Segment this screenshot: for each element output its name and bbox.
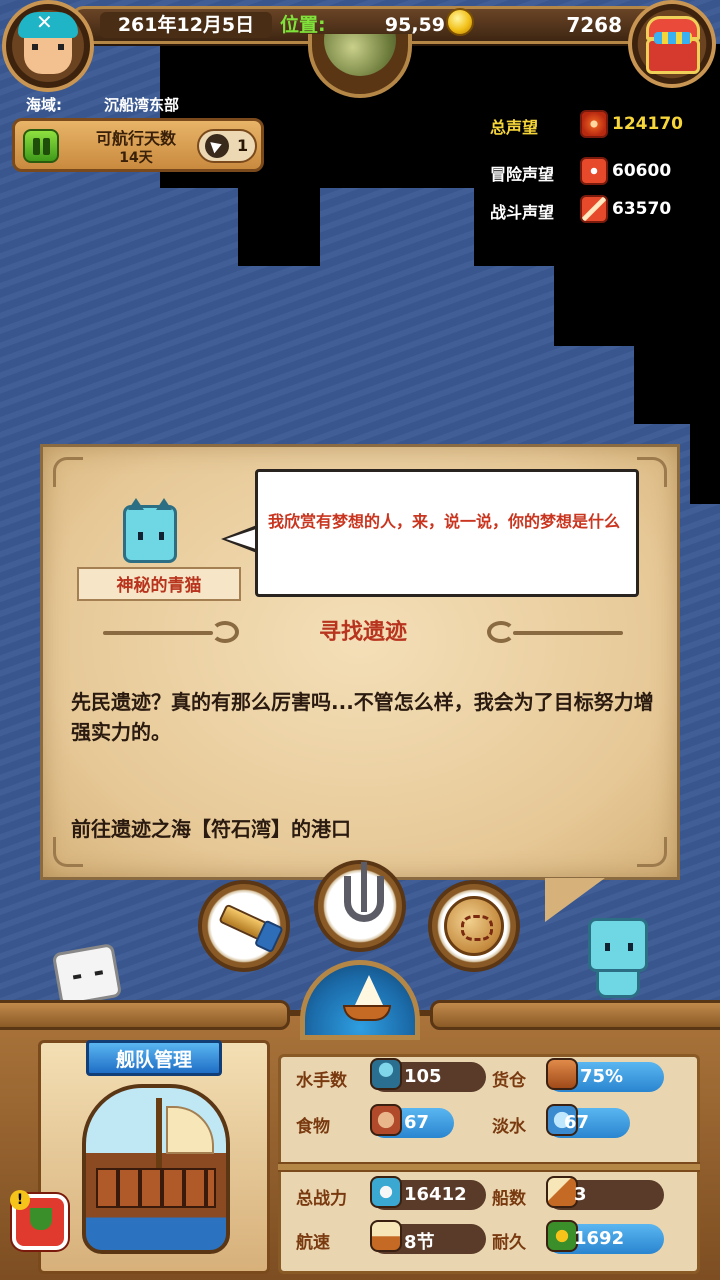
sailing-days-label: 可航行天数 — [95, 129, 176, 148]
adventure-reputation-value: 60600 — [612, 161, 672, 181]
game-date: 261年12月5日 — [100, 12, 272, 38]
sailing-days-panel: 可航行天数 14天 1 — [12, 118, 264, 172]
avatar-eyes — [32, 44, 64, 50]
pause-button[interactable] — [23, 129, 59, 163]
title-divider — [513, 631, 623, 635]
ship-deck — [96, 1168, 216, 1208]
ship-sail — [355, 975, 383, 1005]
stat-value: 67 — [404, 1112, 430, 1133]
stat-label: 船数 — [492, 1189, 526, 1209]
battle-reputation-value: 63570 — [612, 199, 672, 219]
boat-speed-icon — [370, 1220, 402, 1252]
stat-label: 货仓 — [492, 1071, 526, 1091]
cargo-crate-icon — [546, 1058, 578, 1090]
stat-value: 1692 — [574, 1228, 625, 1249]
fog-of-war — [554, 266, 720, 346]
fog-of-war — [634, 346, 720, 424]
compass-star-icon — [580, 157, 608, 185]
auto-sail-button[interactable]: 1 — [197, 129, 257, 163]
ship-icon — [30, 1208, 52, 1230]
white-cat-mascot — [51, 943, 123, 1007]
world-map-button[interactable] — [428, 880, 520, 972]
cursor-arrow-icon — [205, 134, 229, 158]
battle-reputation-label: 战斗声望 — [490, 203, 555, 222]
treasure-chest-button[interactable] — [628, 0, 716, 88]
panel-rail — [430, 1000, 720, 1030]
speech-bubble-tail — [221, 525, 257, 553]
meat-icon — [370, 1104, 402, 1136]
stat-value: 16412 — [404, 1184, 467, 1205]
captain-avatar[interactable]: ✕ — [2, 0, 94, 92]
frame-corner — [637, 837, 667, 867]
auto-sail-count: 1 — [237, 136, 249, 155]
gold-amount: 7268 — [566, 13, 622, 37]
ship-alert-button[interactable]: ! — [10, 1190, 68, 1250]
fog-of-war — [238, 188, 320, 266]
crossed-swords-icon — [580, 195, 608, 223]
npc-speech-bubble: 我欣赏有梦想的人，来，说一说，你的梦想是什么 — [255, 469, 639, 597]
stat-label: 耐久 — [492, 1233, 526, 1253]
stat-label: 淡水 — [492, 1117, 526, 1137]
frame-corner — [637, 457, 667, 487]
quest-title-row: 寻找遗迹 — [103, 615, 623, 651]
stat-value: 8节 — [404, 1232, 435, 1253]
stat-value: 105 — [404, 1066, 442, 1087]
cat-eyes — [138, 532, 164, 540]
shield-icon — [580, 110, 608, 138]
sail-button[interactable] — [300, 960, 420, 1040]
coin-icon — [446, 8, 474, 36]
stat-label: 总战力 — [296, 1189, 347, 1209]
quest-description: 先民遗迹？真的有那么厉害吗...不管怎么样，我会为了目标努力增强实力的。 — [71, 690, 654, 744]
fleet-ship-image[interactable] — [82, 1084, 230, 1254]
anchor-icon — [344, 862, 384, 922]
anchor-button[interactable] — [314, 860, 406, 952]
dialog-tail — [545, 878, 605, 922]
stat-value: 67 — [564, 1112, 590, 1133]
fleet-management-button[interactable]: 舰队管理 — [86, 1040, 222, 1076]
cat-eyes — [72, 970, 104, 980]
frame-corner — [53, 457, 83, 487]
exclamation-icon: ! — [10, 1190, 30, 1210]
cat-eyes — [605, 943, 633, 951]
ship-icon — [343, 1005, 391, 1021]
npc-name: 神秘的青猫 — [77, 567, 241, 601]
skull-swords-icon — [370, 1176, 402, 1208]
panel-rail — [0, 1000, 290, 1030]
sea-region-label: 海域: — [26, 96, 62, 114]
stat-label: 航速 — [296, 1233, 330, 1253]
fog-of-war — [690, 424, 720, 504]
telescope-button[interactable] — [198, 880, 290, 972]
quest-dialog[interactable]: 神秘的青猫 我欣赏有梦想的人，来，说一说，你的梦想是什么 寻找遗迹 先民遗迹？真… — [40, 444, 680, 880]
total-reputation-label: 总声望 — [490, 118, 539, 137]
stat-label: 水手数 — [296, 1071, 347, 1091]
sea-region-name: 沉船湾东部 — [104, 96, 180, 114]
blue-cat-npc-icon — [123, 498, 177, 563]
skull-emblem-icon: ✕ — [36, 10, 53, 34]
stat-value: 3 — [574, 1184, 587, 1205]
map-icon — [444, 896, 504, 956]
quest-objective: 前往遗迹之海【符石湾】的港口 — [71, 817, 351, 841]
treasure-chest-icon — [654, 32, 692, 44]
blue-cat-body — [596, 972, 640, 998]
sailor-icon — [370, 1058, 402, 1090]
telescope-icon — [218, 903, 276, 945]
total-reputation-value: 124170 — [612, 114, 683, 134]
stat-label: 食物 — [296, 1117, 330, 1137]
stats-divider — [278, 1162, 700, 1172]
title-ornament — [487, 621, 515, 643]
stat-value: 75% — [580, 1066, 624, 1087]
adventure-reputation-label: 冒险声望 — [490, 165, 555, 184]
sailing-days-value: 14天 — [119, 150, 153, 166]
blue-cat-mascot — [588, 918, 648, 972]
